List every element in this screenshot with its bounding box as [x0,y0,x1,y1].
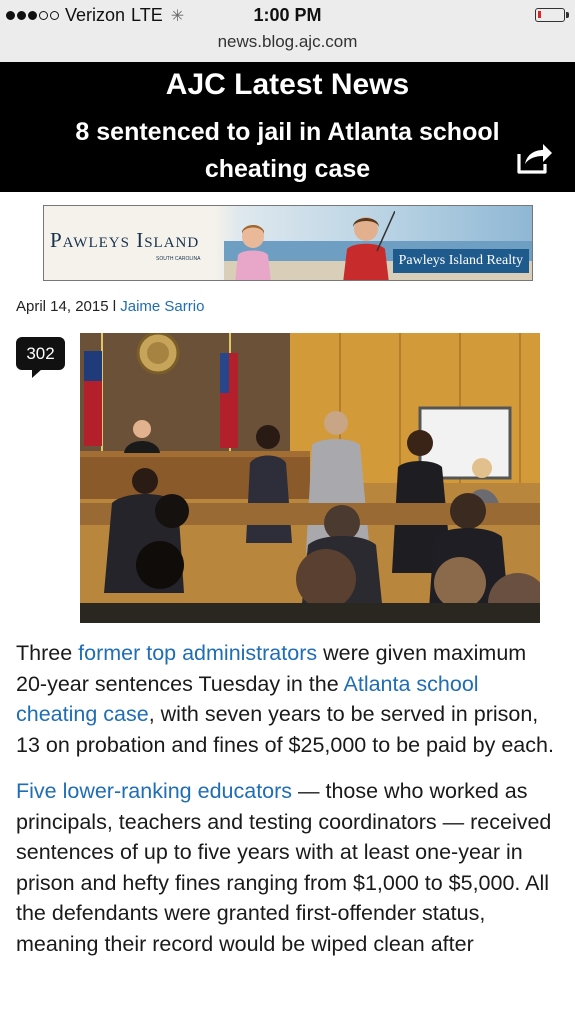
paragraph-text: Three [16,641,79,665]
comment-bubble-tail [32,369,42,378]
article-body: Three former top administrators were giv… [16,638,561,975]
comment-count: 302 [26,344,55,363]
site-header: AJC Latest News 8 sentenced to jail in A… [0,62,575,192]
url-text: news.blog.ajc.com [217,32,358,51]
meta-separator: l [108,298,121,315]
article-headline: 8 sentenced to jail in Atlanta school ch… [75,118,500,183]
link-former-top-administrators[interactable]: former top administrators [78,641,317,665]
ad-logo: Pawleys Island [50,228,200,252]
paragraph-text: — those who worked as principals, teache… [16,779,552,956]
advertisement-banner[interactable]: Pawleys Island SOUTH CAROLINA Pawleys Is… [43,205,533,281]
url-bar[interactable]: news.blog.ajc.com [0,32,575,62]
article-meta: April 14, 2015 l Jaime Sarrio [16,298,204,315]
ad-child-photo [343,211,395,280]
ad-logo-subtitle: SOUTH CAROLINA [156,256,201,262]
battery-icon [535,8,569,22]
status-bar: Verizon LTE ✳ 1:00 PM [0,0,575,32]
share-icon[interactable] [515,140,553,176]
status-time: 1:00 PM [253,5,322,25]
link-five-lower-ranking-educators[interactable]: Five lower-ranking educators [16,779,292,803]
courtroom-photo[interactable] [80,333,540,623]
site-brand[interactable]: AJC Latest News [0,68,575,102]
ad-tagline: Pawleys Island Realty [392,249,529,273]
ad-child-photo [235,225,271,280]
article-paragraph: Five lower-ranking educators — those who… [16,776,561,959]
article-paragraph: Three former top administrators were giv… [16,638,561,760]
comment-count-badge[interactable]: 302 [16,337,65,370]
article-date: April 14, 2015 [16,298,109,315]
author-link[interactable]: Jaime Sarrio [120,298,204,315]
